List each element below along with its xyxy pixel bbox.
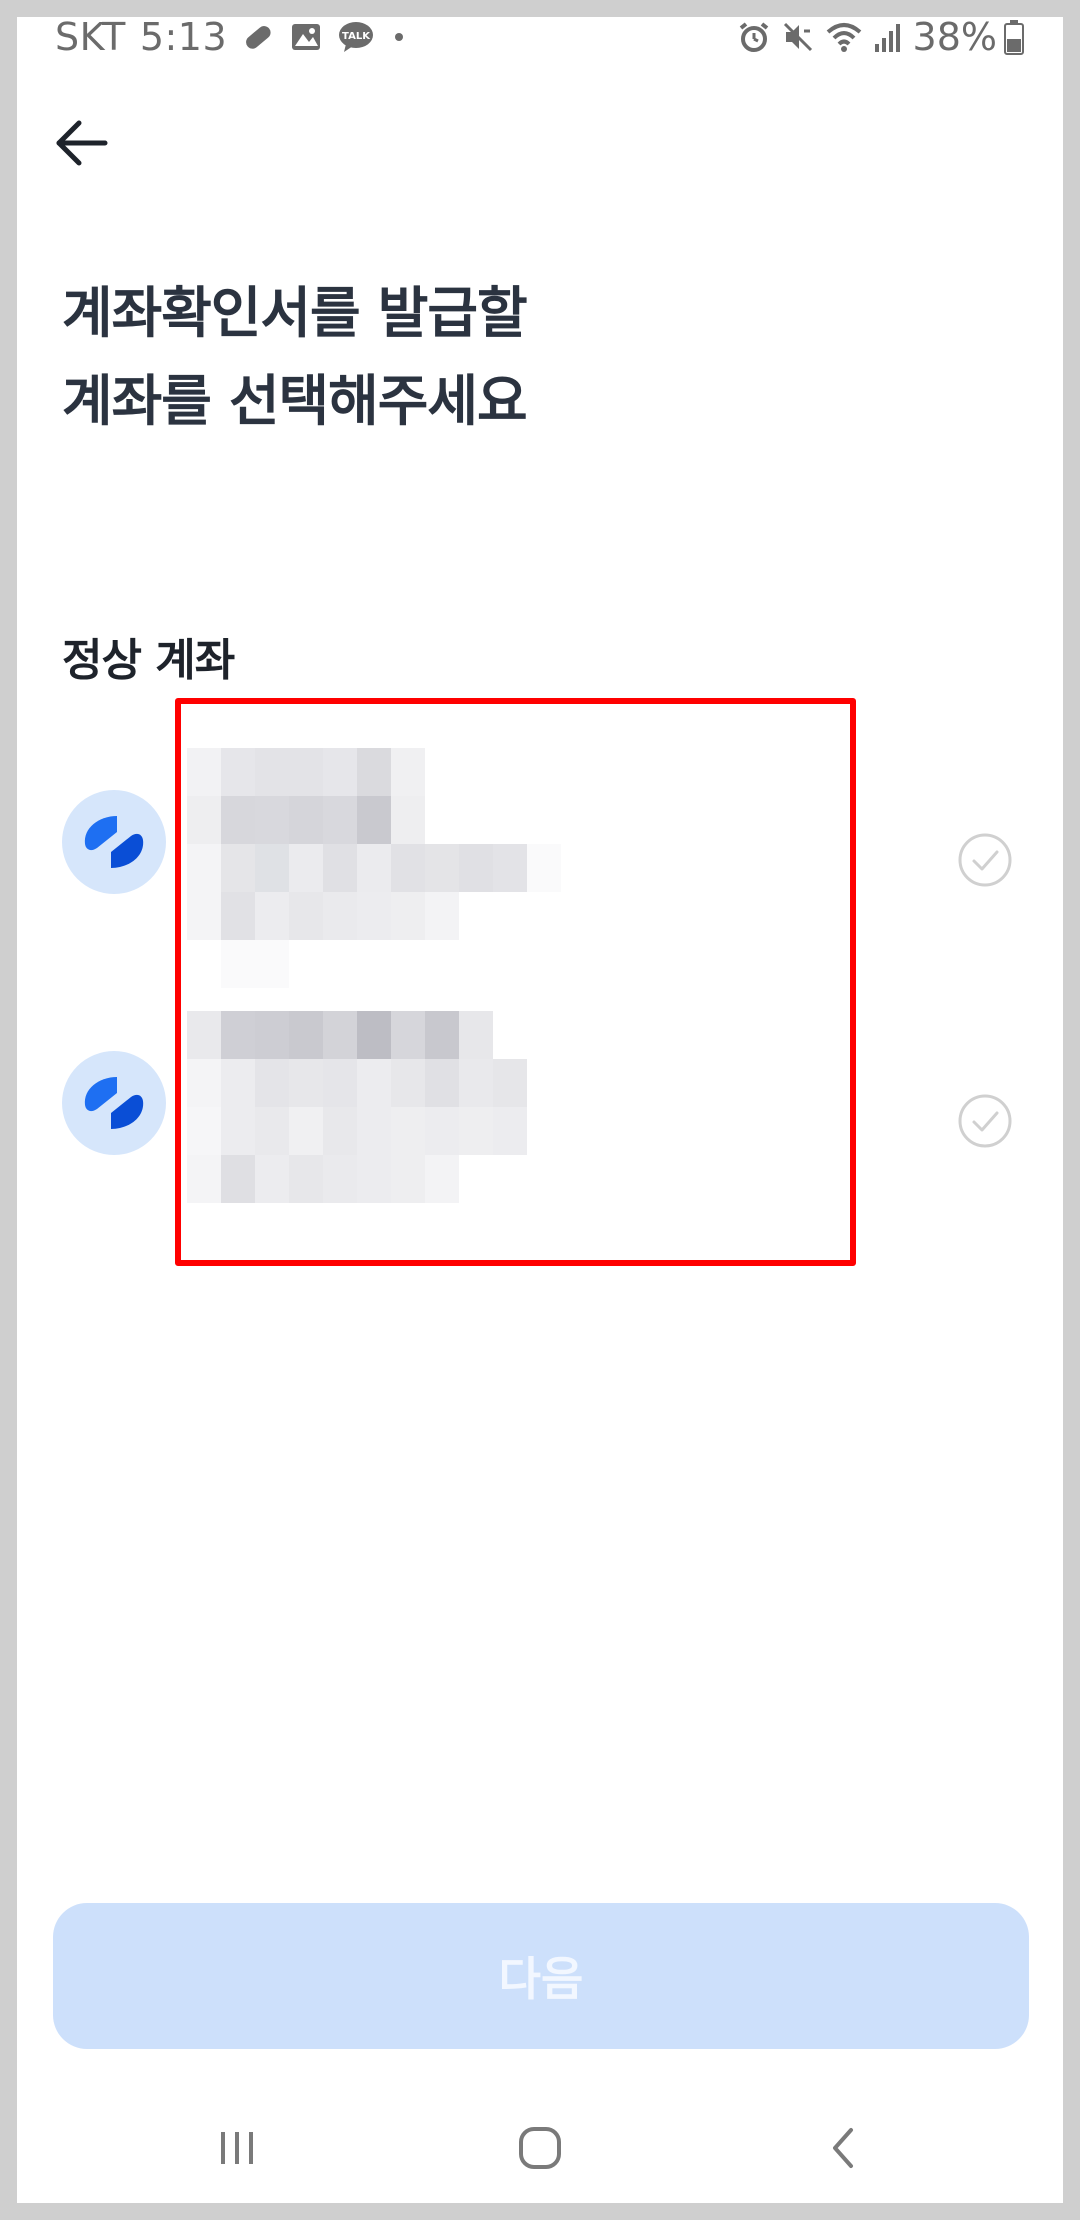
battery-percent: 38% (912, 17, 997, 59)
status-bar-right: 38% (737, 17, 1025, 59)
talk-icon: TALK (337, 20, 375, 54)
wifi-icon (825, 20, 863, 54)
check-circle-icon[interactable] (957, 1093, 1013, 1149)
mute-icon (781, 20, 815, 54)
section-label-normal-accounts: 정상 계좌 (62, 635, 235, 686)
navigation-bar (17, 2107, 1063, 2203)
page-title: 계좌확인서를 발급할 계좌를 선택해주세요 (62, 269, 962, 445)
account-row[interactable] (17, 717, 1063, 988)
back-button[interactable] (45, 107, 117, 179)
account-details-redacted (187, 748, 561, 988)
status-bar-left: SKT 5:13 TALK (55, 17, 423, 59)
nav-back-icon (833, 2128, 853, 2168)
check-circle-icon[interactable] (957, 832, 1013, 888)
recent-apps-icon (221, 2132, 253, 2164)
home-button[interactable] (500, 2113, 580, 2183)
account-details-redacted (187, 1011, 561, 1203)
home-icon (519, 2127, 561, 2169)
account-row[interactable] (17, 997, 1063, 1227)
back-arrow-icon (56, 120, 108, 166)
next-button[interactable]: 다음 (53, 1903, 1029, 2049)
clock-time: 5:13 (139, 17, 228, 59)
talk-icon-label: TALK (342, 31, 371, 42)
nav-back-button[interactable] (803, 2113, 883, 2183)
alarm-icon (737, 20, 771, 54)
page-title-line-1: 계좌확인서를 발급할 (62, 281, 528, 345)
status-bar: SKT 5:13 TALK 38% (17, 17, 1063, 61)
signal-icon (873, 20, 903, 54)
app-screen: SKT 5:13 TALK 38% 계좌확인서를 발급할 계좌를 선택해주세요 … (17, 17, 1063, 2203)
bank-logo-icon (62, 1051, 166, 1155)
bank-logo-icon (62, 790, 166, 894)
battery-icon (1003, 19, 1025, 55)
pill-icon (241, 20, 275, 54)
page-title-line-2: 계좌를 선택해주세요 (62, 369, 528, 433)
carrier-label: SKT (55, 17, 126, 59)
dot-icon (389, 20, 409, 54)
recent-apps-button[interactable] (197, 2113, 277, 2183)
image-icon (289, 20, 323, 54)
